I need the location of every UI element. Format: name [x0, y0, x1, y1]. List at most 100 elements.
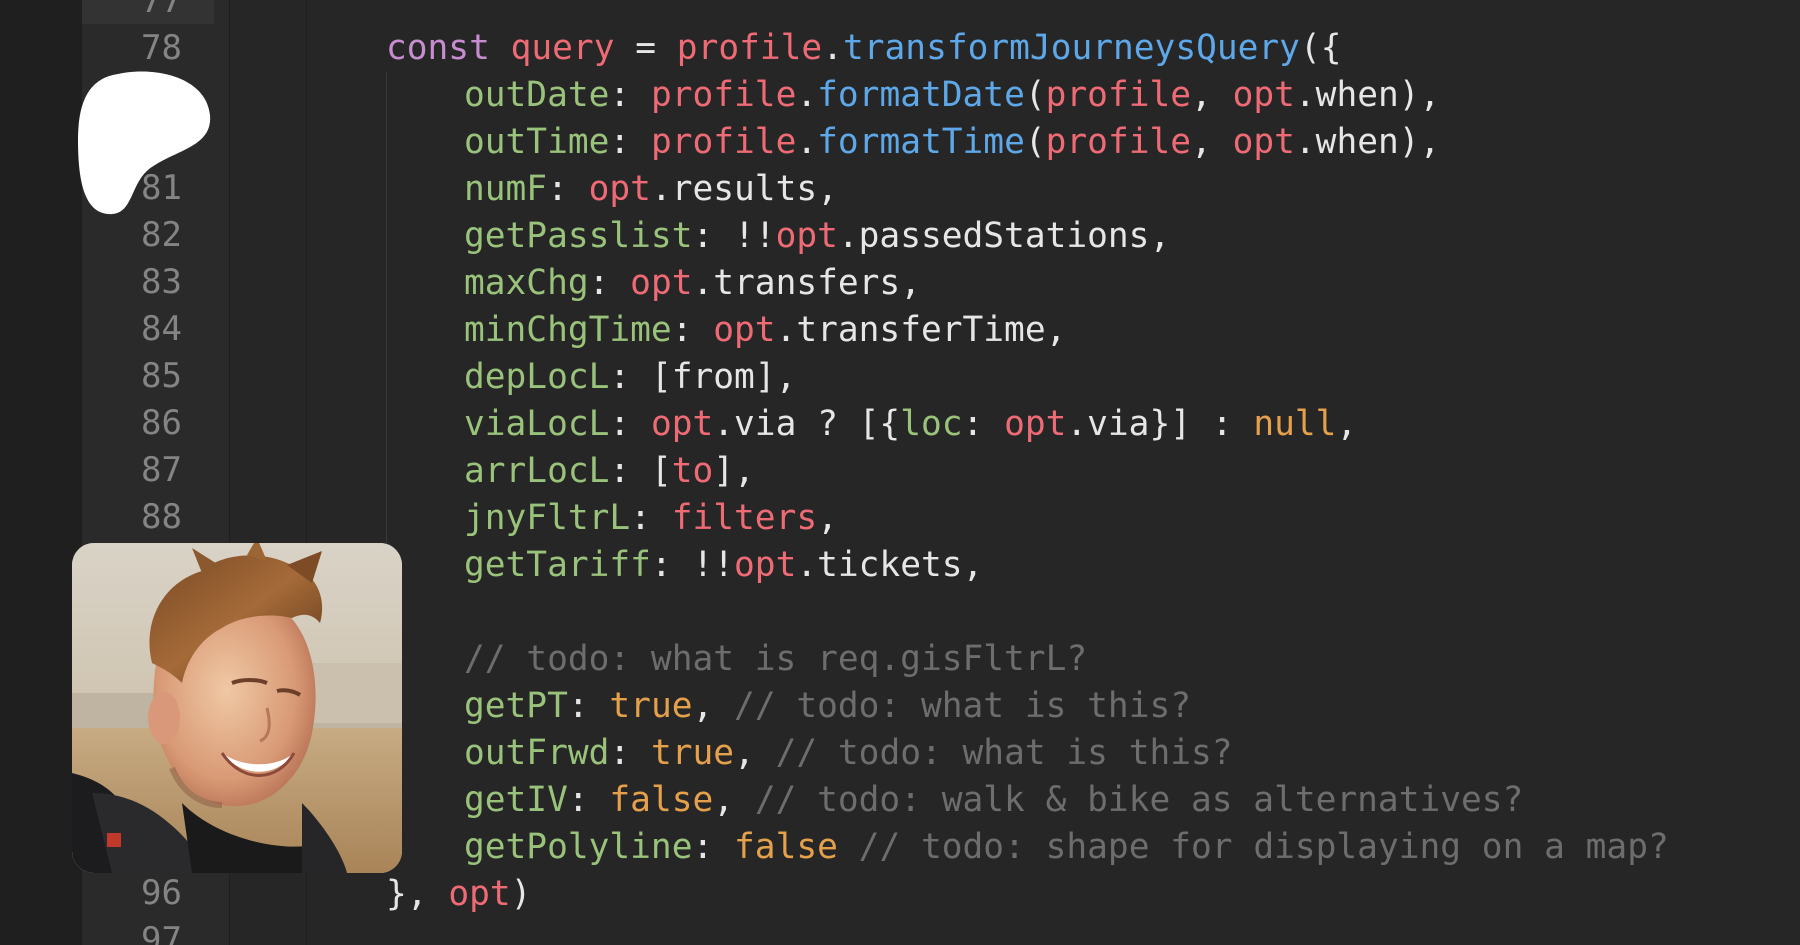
code-token: :	[962, 404, 1005, 444]
code-token: opt	[448, 874, 511, 914]
code-line: minChgTime: opt.transferTime,	[464, 307, 1066, 354]
code-token: opt	[630, 263, 693, 303]
code-line: getTariff: !!opt.tickets,	[464, 542, 983, 589]
code-token: maxChg	[464, 263, 589, 303]
code-token: getPasslist	[464, 216, 693, 256]
code-line: const query = profile.transformJourneysQ…	[386, 25, 1342, 72]
code-token: profile	[1045, 75, 1192, 115]
code-token: (	[1024, 122, 1046, 162]
code-token: ,	[817, 498, 838, 538]
code-token: ,	[692, 686, 735, 726]
code-token: .transfers,	[692, 263, 921, 303]
code-token: .via}] :	[1066, 404, 1254, 444]
code-token: .when),	[1294, 122, 1441, 162]
code-token: .passedStations,	[837, 216, 1171, 256]
code-token: opt	[734, 545, 797, 585]
code-token: null	[1253, 404, 1337, 444]
code-token: getTariff	[464, 545, 651, 585]
code-token: .tickets,	[796, 545, 984, 585]
code-token: :	[692, 827, 735, 867]
code-token: false	[734, 827, 838, 867]
code-token: to	[671, 451, 714, 491]
code-token: formatTime	[817, 122, 1025, 162]
code-token: .transferTime,	[775, 310, 1067, 350]
code-line: // todo: what is req.gisFltrL?	[464, 636, 1087, 683]
code-token: const	[386, 28, 511, 68]
code-token: },	[386, 874, 449, 914]
code-token: .	[822, 28, 843, 68]
code-line: getIV: false, // todo: walk & bike as al…	[464, 777, 1523, 824]
code-token: false	[609, 780, 714, 820]
code-token: formatDate	[817, 75, 1025, 115]
code-line: numF: opt.results,	[464, 166, 838, 213]
code-token: .results,	[650, 169, 838, 209]
code-line: getPasslist: !!opt.passedStations,	[464, 213, 1170, 260]
code-token: ,	[734, 733, 776, 773]
code-token: opt	[588, 169, 651, 209]
code-token: : !!	[650, 545, 735, 585]
code-token: :	[671, 310, 714, 350]
code-token: opt	[713, 310, 776, 350]
code-token: =	[614, 28, 677, 68]
code-line: }, opt)	[386, 871, 531, 918]
code-token: profile	[676, 28, 823, 68]
code-token: : [	[609, 451, 672, 491]
code-line: depLocL: [from],	[464, 354, 796, 401]
code-token: (	[1024, 75, 1046, 115]
code-token: ,	[713, 780, 755, 820]
code-token: minChgTime	[464, 310, 672, 350]
code-token: depLocL	[464, 357, 610, 397]
code-token: opt	[650, 404, 714, 444]
code-token: :	[567, 780, 610, 820]
code-token: :	[588, 263, 631, 303]
avatar-photo-illustration	[72, 543, 402, 873]
code-token: profile	[650, 122, 797, 162]
code-line: outDate: profile.formatDate(profile, opt…	[464, 72, 1440, 119]
code-token: viaLocL	[464, 404, 610, 444]
code-token: transformJourneysQuery	[842, 28, 1300, 68]
code-token: // todo: walk & bike as alternatives?	[754, 780, 1524, 820]
code-token: // todo: shape for displaying on a map?	[858, 827, 1669, 867]
code-token: // todo: what is this?	[734, 686, 1192, 726]
code-token: true	[609, 686, 693, 726]
code-token: opt	[1232, 75, 1295, 115]
code-token: // todo: what is req.gisFltrL?	[464, 639, 1088, 679]
code-line: outTime: profile.formatTime(profile, opt…	[464, 119, 1440, 166]
code-token: :	[609, 75, 651, 115]
code-token: .when),	[1294, 75, 1441, 115]
code-token: :	[609, 733, 651, 773]
code-token: :	[609, 404, 651, 444]
code-line: viaLocL: opt.via ? [{loc: opt.via}] : nu…	[464, 401, 1357, 448]
code-token: jnyFltrL	[464, 498, 631, 538]
code-token: opt	[1232, 122, 1295, 162]
code-token: ,	[1191, 122, 1233, 162]
code-token: filters	[671, 498, 818, 538]
blob-logo-icon	[78, 71, 211, 215]
code-token: ,	[1191, 75, 1233, 115]
code-token: outFrwd	[464, 733, 610, 773]
code-editor[interactable]: 77 78 81 82 83 84 85 86 87 88 96 97 const query = p…	[0, 0, 1800, 945]
code-line: jnyFltrL: filters,	[464, 495, 838, 542]
code-token: opt	[1004, 404, 1067, 444]
code-line: arrLocL: [to],	[464, 448, 755, 495]
code-token: profile	[1045, 122, 1192, 162]
code-token: .	[796, 122, 818, 162]
code-token: loc	[900, 404, 963, 444]
code-token: opt	[775, 216, 838, 256]
code-token: query	[510, 28, 615, 68]
code-token: : [from],	[609, 357, 797, 397]
code-token: ,	[1336, 404, 1358, 444]
code-token: arrLocL	[464, 451, 610, 491]
code-line: outFrwd: true, // todo: what is this?	[464, 730, 1233, 777]
code-token: getIV	[464, 780, 568, 820]
code-token: :	[609, 122, 651, 162]
code-token: true	[650, 733, 735, 773]
profile-photo-avatar	[72, 543, 402, 873]
code-token: ({	[1299, 28, 1342, 68]
code-token: profile	[650, 75, 797, 115]
code-token: :	[567, 686, 610, 726]
code-token: outTime	[464, 122, 610, 162]
code-token: :	[630, 498, 672, 538]
code-token: .via ? [{	[713, 404, 901, 444]
